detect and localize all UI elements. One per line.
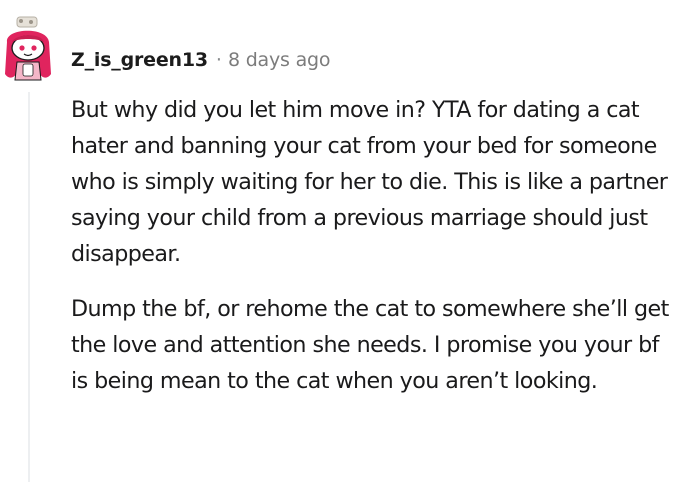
avatar[interactable]	[1, 16, 55, 86]
comment-paragraph: But why did you let him move in? YTA for…	[71, 97, 668, 267]
meta-separator: ·	[215, 49, 222, 71]
comment-meta: Z_is_green13 · 8 days ago	[71, 46, 331, 74]
snoo-avatar-icon	[5, 16, 51, 81]
timestamp[interactable]: 8 days ago	[228, 49, 331, 71]
comment-paragraph: Dump the bf, or rehome the cat to somewh…	[71, 296, 669, 394]
comment-body: But why did you let him move in? YTA for…	[71, 92, 681, 399]
comment: Z_is_green13 · 8 days ago But why did yo…	[0, 0, 700, 482]
thread-line[interactable]	[28, 92, 30, 482]
username-link[interactable]: Z_is_green13	[71, 49, 208, 71]
